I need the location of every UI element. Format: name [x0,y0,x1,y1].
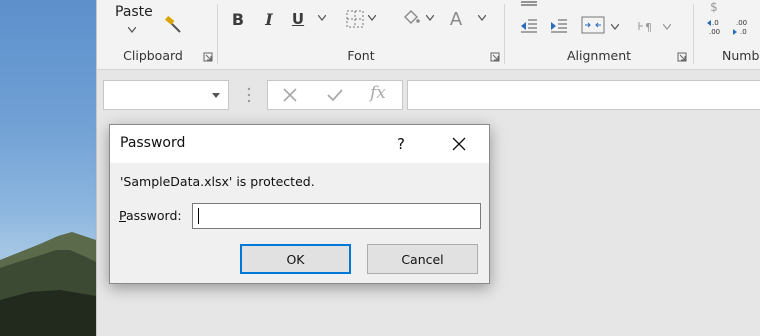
cancel-button[interactable]: Cancel [367,244,478,274]
svg-text:.00: .00 [709,28,720,36]
protected-message: 'SampleData.xlsx' is protected. [120,174,315,189]
cancel-x-icon[interactable] [282,87,298,103]
dialog-title-bar[interactable]: Password ? [110,125,489,163]
dialog-title: Password [120,135,186,151]
number-group: $ .0.00 .00.0 Numbe [694,0,760,68]
insert-function-icon[interactable]: fx [370,83,386,103]
chevron-down-icon[interactable] [212,93,220,98]
chevron-down-icon[interactable] [426,15,434,21]
merge-center-icon[interactable] [581,16,605,34]
dialog-launcher-icon[interactable] [677,52,687,62]
align-top-icon[interactable] [519,0,539,8]
ok-button[interactable]: OK [240,244,351,274]
close-button[interactable] [444,129,474,159]
clipboard-group-label: Clipboard [123,48,183,63]
decrease-indent-icon[interactable] [519,18,539,34]
password-input[interactable] [192,203,481,229]
ribbon: Paste Clipboard B I U A Font ¶ Alignment… [97,0,760,70]
svg-text:.0: .0 [712,19,719,27]
bold-button[interactable]: B [230,8,246,30]
borders-icon[interactable] [346,10,364,28]
chevron-down-icon[interactable] [611,24,619,30]
desktop-wallpaper [0,0,96,336]
dialog-launcher-icon[interactable] [490,52,500,62]
enter-check-icon[interactable] [326,87,344,103]
paste-label: Paste [115,4,153,20]
mountain-landscape [0,232,96,336]
number-group-label: Numbe [722,48,760,63]
chevron-down-icon[interactable] [663,24,671,30]
font-color-button[interactable]: A [448,8,464,30]
dialog-launcher-icon[interactable] [203,52,213,62]
alignment-group-label: Alignment [566,48,632,63]
svg-text:.0: .0 [740,28,747,36]
format-painter-icon[interactable] [165,16,183,34]
password-label-accelerator: P [119,208,126,223]
increase-indent-icon[interactable] [549,18,569,34]
currency-button[interactable]: $ [708,0,720,18]
formula-buttons: fx [267,80,403,110]
increase-decimal-icon[interactable]: .0.00 [706,18,724,36]
clipboard-group: Paste Clipboard [97,0,217,68]
chevron-down-icon[interactable] [368,15,376,21]
formula-input[interactable] [407,80,760,110]
chevron-down-icon[interactable] [478,15,486,21]
help-button[interactable]: ? [388,129,414,159]
text-caret [198,208,199,224]
formula-bar: fx [97,70,760,118]
font-group-label: Font [347,48,375,63]
fill-color-icon[interactable] [402,8,420,28]
italic-button[interactable]: I [262,8,276,30]
underline-button[interactable]: U [290,8,306,30]
name-box[interactable] [103,80,229,110]
password-label: Password: [119,208,182,223]
drag-handle-icon[interactable] [247,87,251,103]
font-group: B I U A Font [218,0,504,68]
chevron-down-icon[interactable] [318,15,326,21]
alignment-group: ¶ Alignment [505,0,693,68]
password-dialog: Password ? 'SampleData.xlsx' is protecte… [109,124,490,284]
password-label-text: assword: [125,208,182,223]
svg-text:.00: .00 [736,19,747,27]
close-icon [452,137,466,151]
text-direction-icon[interactable]: ¶ [637,18,657,34]
svg-text:¶: ¶ [645,21,652,34]
decrease-decimal-icon[interactable]: .00.0 [732,18,750,36]
chevron-down-icon [128,27,136,33]
